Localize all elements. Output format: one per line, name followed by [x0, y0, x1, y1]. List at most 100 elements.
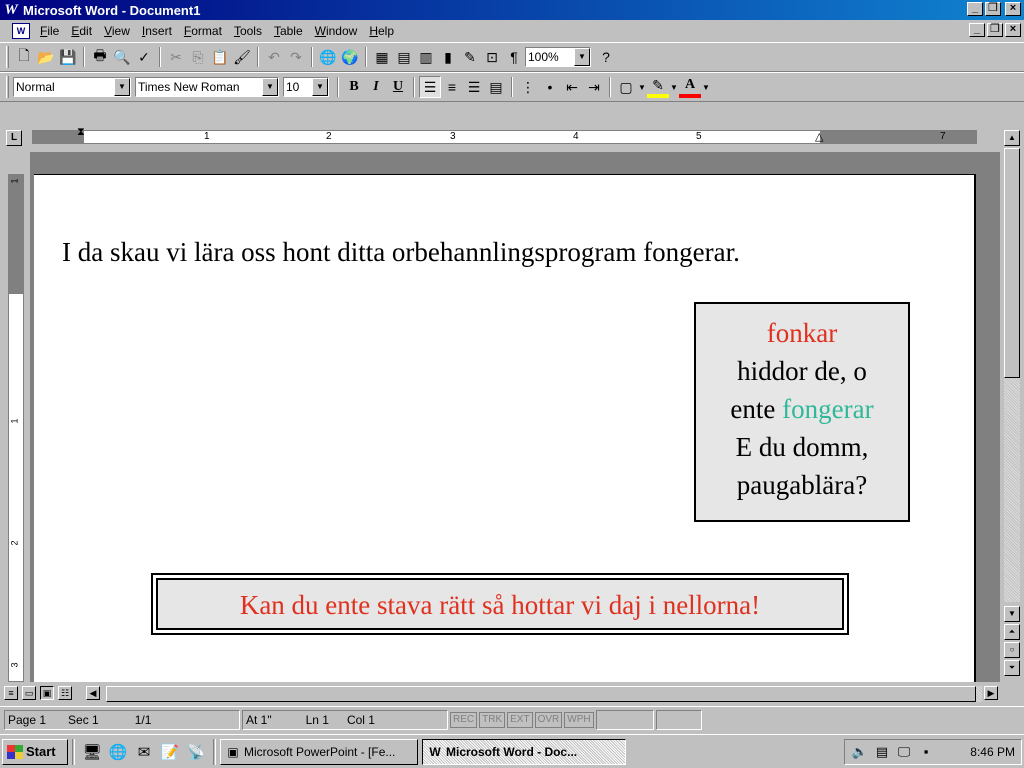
- monitor-icon[interactable]: 🖵: [895, 744, 913, 760]
- scroll-up-icon[interactable]: ▲: [1004, 130, 1020, 146]
- show-hide-paragraph-icon[interactable]: ¶: [503, 46, 525, 68]
- insert-excel-icon[interactable]: ▥: [415, 46, 437, 68]
- tables-borders-icon[interactable]: ▦: [371, 46, 393, 68]
- font-color-icon[interactable]: A: [679, 76, 701, 98]
- previous-page-icon[interactable]: ⏶: [1004, 624, 1020, 640]
- outlook-express-icon[interactable]: ✉: [134, 742, 154, 762]
- redo-icon[interactable]: ↷: [285, 46, 307, 68]
- drawing-icon[interactable]: ✎: [459, 46, 481, 68]
- status-mode-rec[interactable]: REC: [450, 711, 478, 728]
- status-mode-ovr[interactable]: OVR: [534, 711, 563, 728]
- decrease-indent-icon[interactable]: ⇤: [561, 76, 583, 98]
- document-icon[interactable]: W: [12, 23, 30, 39]
- insert-hyperlink-icon[interactable]: 🌐: [317, 46, 339, 68]
- web-layout-view-icon[interactable]: ▭: [22, 686, 36, 700]
- underline-button[interactable]: U: [387, 76, 409, 98]
- body-text-line[interactable]: I da skau vi lära oss hont ditta orbehan…: [62, 237, 740, 268]
- columns-icon[interactable]: ▮: [437, 46, 459, 68]
- scroll-right-icon[interactable]: ▶: [984, 686, 998, 700]
- horizontal-scrollbar[interactable]: ≡ ▭ ▣ ☷ ◀ ▶: [0, 684, 1024, 704]
- channels-icon[interactable]: 📡: [186, 742, 206, 762]
- menu-help[interactable]: Help: [363, 24, 400, 38]
- align-left-icon[interactable]: ☰: [419, 76, 441, 98]
- numbering-icon[interactable]: ⋮: [517, 76, 539, 98]
- font-size-select[interactable]: 10 ▼: [283, 77, 329, 97]
- scroll-down-icon[interactable]: ▼: [1004, 606, 1020, 622]
- bold-button[interactable]: B: [343, 76, 365, 98]
- doc-minimize-button[interactable]: _: [969, 23, 985, 37]
- bullets-icon[interactable]: •: [539, 76, 561, 98]
- internet-explorer-icon[interactable]: 🌐: [108, 742, 128, 762]
- web-toolbar-icon[interactable]: 🌍: [339, 46, 361, 68]
- menu-window[interactable]: Window: [309, 24, 364, 38]
- text-box-right[interactable]: fonkar hiddor de, o ente fongerar E du d…: [694, 302, 910, 522]
- scroll-left-icon[interactable]: ◀: [86, 686, 100, 700]
- chevron-down-icon[interactable]: ▼: [637, 76, 647, 98]
- print-layout-view-icon[interactable]: ▣: [40, 686, 54, 700]
- chevron-down-icon[interactable]: ▼: [114, 78, 130, 96]
- minimize-button[interactable]: _: [967, 2, 983, 16]
- highlight-icon[interactable]: ✎: [647, 76, 669, 98]
- horizontal-scroll-thumb[interactable]: [106, 686, 976, 702]
- right-indent-marker[interactable]: △: [815, 130, 823, 143]
- text-box-bottom[interactable]: Kan du ente stava rätt så hottar vi daj …: [151, 573, 849, 635]
- document-map-icon[interactable]: ⊡: [481, 46, 503, 68]
- menu-tools[interactable]: Tools: [228, 24, 268, 38]
- task-word[interactable]: W Microsoft Word - Doc...: [422, 738, 626, 765]
- help-icon[interactable]: ?: [595, 46, 617, 68]
- cut-icon[interactable]: ✂: [165, 46, 187, 68]
- menu-table[interactable]: Table: [268, 24, 309, 38]
- chevron-down-icon[interactable]: ▼: [262, 78, 278, 96]
- open-folder-icon[interactable]: 📂: [35, 46, 57, 68]
- tab-selector[interactable]: L: [6, 130, 22, 146]
- chevron-down-icon[interactable]: ▼: [312, 78, 328, 96]
- align-right-icon[interactable]: ☰: [463, 76, 485, 98]
- status-mode-trk[interactable]: TRK: [479, 711, 506, 728]
- display-icon[interactable]: ▪: [917, 744, 935, 760]
- print-preview-icon[interactable]: 🔍: [111, 46, 133, 68]
- align-center-icon[interactable]: ≡: [441, 76, 463, 98]
- doc-restore-button[interactable]: ❐: [987, 23, 1003, 37]
- document-page[interactable]: I da skau vi lära oss hont ditta orbehan…: [34, 174, 976, 682]
- doc-close-button[interactable]: ×: [1005, 23, 1021, 37]
- select-browse-object-icon[interactable]: ○: [1004, 642, 1020, 658]
- menu-file[interactable]: File: [34, 24, 65, 38]
- start-button[interactable]: Start: [2, 738, 68, 765]
- new-document-icon[interactable]: 🗋: [13, 46, 35, 68]
- word-icon[interactable]: W: [3, 2, 19, 18]
- copy-icon[interactable]: ⎘: [187, 46, 209, 68]
- justify-icon[interactable]: ▤: [485, 76, 507, 98]
- format-painter-icon[interactable]: 🖌: [231, 46, 253, 68]
- outline-view-icon[interactable]: ☷: [58, 686, 72, 700]
- print-icon[interactable]: 🖶: [89, 46, 111, 68]
- toolbar-grip[interactable]: [6, 46, 9, 68]
- menu-format[interactable]: Format: [178, 24, 228, 38]
- spelling-icon[interactable]: ✓: [133, 46, 155, 68]
- status-mode-ext[interactable]: EXT: [507, 711, 533, 728]
- undo-icon[interactable]: ↶: [263, 46, 285, 68]
- status-mode-wph[interactable]: WPH: [564, 711, 594, 728]
- italic-button[interactable]: I: [365, 76, 387, 98]
- normal-view-icon[interactable]: ≡: [4, 686, 18, 700]
- next-page-icon[interactable]: ⏷: [1004, 660, 1020, 676]
- show-desktop-icon[interactable]: 🖥: [82, 742, 102, 762]
- menu-edit[interactable]: Edit: [65, 24, 98, 38]
- font-select[interactable]: Times New Roman ▼: [135, 77, 279, 97]
- vertical-scrollbar[interactable]: ▲ ▼ ⏶ ○ ⏷: [1000, 122, 1024, 682]
- first-line-indent-marker[interactable]: ⧗: [77, 126, 85, 139]
- task-powerpoint[interactable]: ▣ Microsoft PowerPoint - [Fe...: [220, 738, 418, 765]
- toolbar-grip[interactable]: [6, 76, 9, 98]
- paste-icon[interactable]: 📋: [209, 46, 231, 68]
- maximize-button[interactable]: ❐: [985, 2, 1001, 16]
- scroll-thumb[interactable]: [1004, 148, 1020, 378]
- style-select[interactable]: Normal ▼: [13, 77, 131, 97]
- network-icon[interactable]: ▤: [873, 744, 891, 760]
- close-button[interactable]: ×: [1005, 2, 1021, 16]
- volume-icon[interactable]: 🔈: [851, 744, 869, 760]
- clock[interactable]: 8:46 PM: [970, 745, 1015, 759]
- chevron-down-icon[interactable]: ▼: [669, 76, 679, 98]
- increase-indent-icon[interactable]: ⇥: [583, 76, 605, 98]
- save-icon[interactable]: 💾: [57, 46, 79, 68]
- quick-launch-icon[interactable]: 📝: [160, 742, 180, 762]
- insert-table-icon[interactable]: ▤: [393, 46, 415, 68]
